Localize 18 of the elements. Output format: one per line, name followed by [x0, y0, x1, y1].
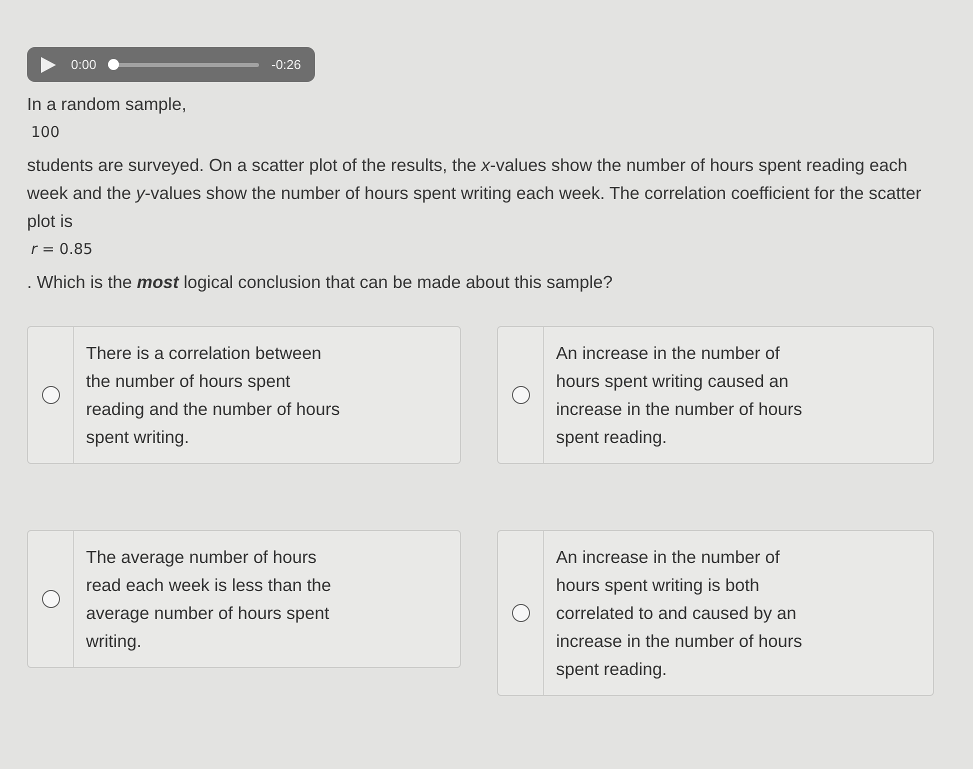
question-text: In a random sample, — [27, 93, 188, 116]
radio-button[interactable] — [512, 604, 530, 622]
play-button[interactable] — [40, 56, 56, 72]
answer-option[interactable]: An increase in the number of hours spent writing caused an increase in the number of hours spent reading. — [497, 326, 934, 464]
remaining-time: -0:26 — [271, 56, 301, 74]
radio-button[interactable] — [42, 590, 60, 608]
elapsed-time: 0:00 — [71, 56, 96, 74]
answer-option[interactable]: The average number of hours read each week is less than the average number of hours spent writing. — [27, 530, 461, 668]
radio-button[interactable] — [512, 386, 530, 404]
math-expression: r = 0.85 — [30, 239, 93, 260]
question-text: . Which is the most logical conclusion that can be made about this sample? — [27, 271, 614, 294]
progress-track[interactable] — [108, 59, 260, 70]
answer-option[interactable]: There is a correlation between the number of hours spent reading and the number of hours spent writing. — [27, 326, 461, 464]
radio-button[interactable] — [42, 386, 60, 404]
progress-thumb[interactable] — [108, 59, 120, 70]
question-text: students are surveyed. On a scatter plot of the results, the x-values show the number of hours spent reading each week and the y-values show the number of hours spent writing each week. The correlation coefficient for the scatter plot is — [27, 154, 922, 233]
math-expression: 100 — [30, 122, 60, 143]
answer-option[interactable]: An increase in the number of hours spent writing is both correlated to and caused by an increase in the number of hours spent reading. — [497, 530, 934, 696]
